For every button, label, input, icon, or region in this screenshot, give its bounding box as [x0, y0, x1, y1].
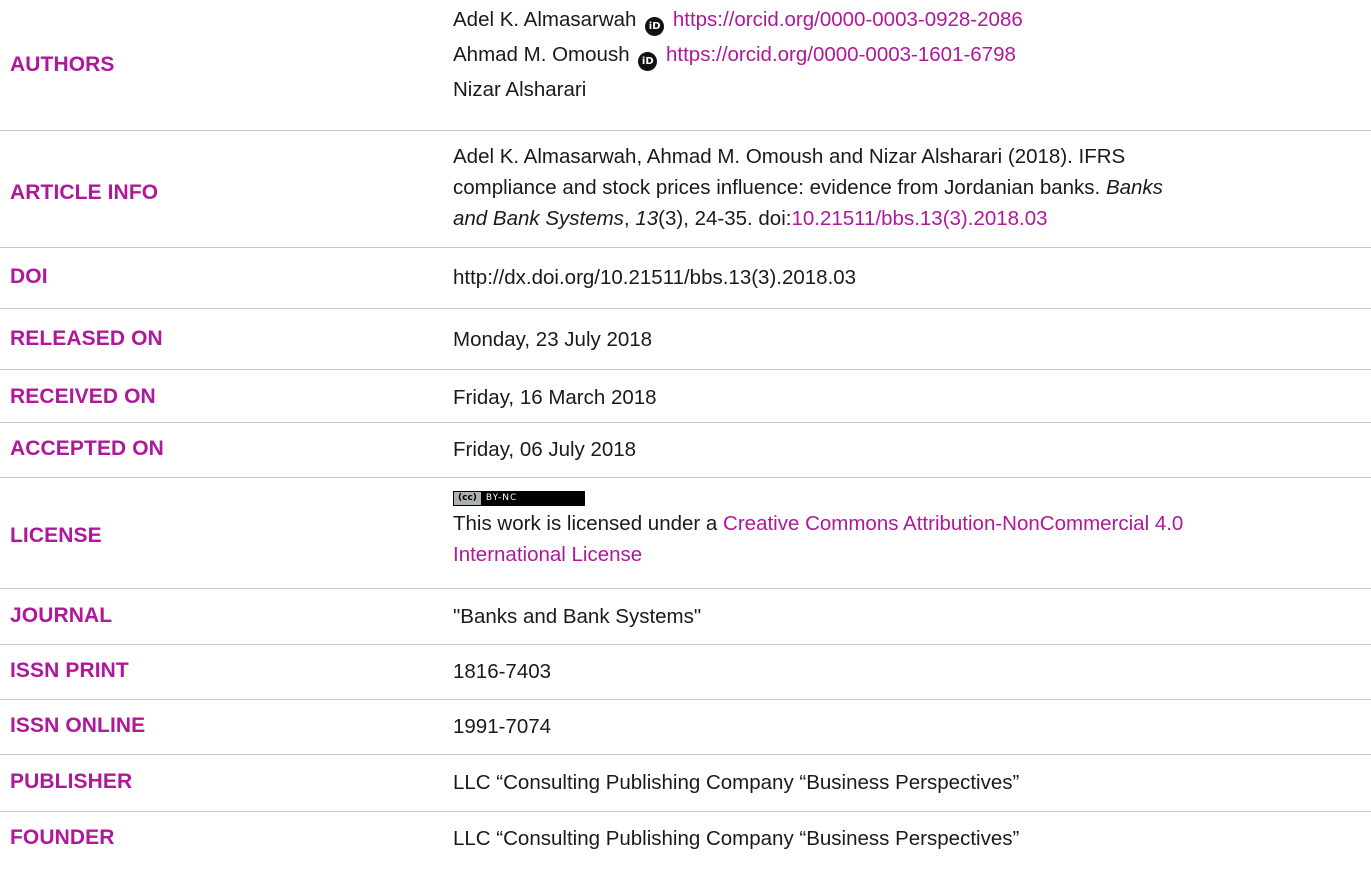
author-row: Nizar Alsharari — [453, 72, 1353, 107]
citation-journal: Banks — [1105, 176, 1163, 199]
row-received-on: RECEIVED ON Friday, 16 March 2018 — [0, 370, 1371, 423]
orcid-link[interactable]: https://orcid.org/0000-0003-1601-6798 — [666, 43, 1016, 66]
citation-pages: (3), 24-35. doi: — [658, 207, 792, 230]
row-journal: JOURNAL "Banks and Bank Systems" — [0, 589, 1371, 645]
citation-line: and Bank Systems, 13(3), 24-35. doi:10.2… — [453, 203, 1353, 234]
cc-by-nc-badge-icon[interactable]: (cc) BY-NC — [453, 491, 585, 506]
author-name: Adel K. Almasarwah — [453, 8, 637, 31]
journal-value: "Banks and Bank Systems" — [453, 605, 702, 628]
row-founder: FOUNDER LLC “Consulting Publishing Compa… — [0, 812, 1371, 870]
journal-label: JOURNAL — [10, 604, 113, 627]
citation-title: compliance and stock prices influence: e… — [453, 176, 1106, 199]
row-authors: AUTHORS Adel K. Almasarwah iD https://or… — [0, 0, 1371, 131]
row-released-on: RELEASED ON Monday, 23 July 2018 — [0, 309, 1371, 370]
doi-value: http://dx.doi.org/10.21511/bbs.13(3).201… — [453, 266, 857, 289]
row-article-info: ARTICLE INFO Adel K. Almasarwah, Ahmad M… — [0, 131, 1371, 248]
author-name: Nizar Alsharari — [453, 78, 587, 101]
license-text: This work is licensed under a — [453, 512, 724, 535]
license-link[interactable]: International License — [453, 543, 642, 566]
authors-list: Adel K. Almasarwah iD https://orcid.org/… — [453, 2, 1353, 107]
license-text-line: International License — [453, 539, 1353, 570]
released-on-label: RELEASED ON — [10, 327, 163, 350]
issn-print-label: ISSN PRINT — [10, 659, 129, 682]
orcid-link[interactable]: https://orcid.org/0000-0003-0928-2086 — [673, 8, 1023, 31]
received-on-label: RECEIVED ON — [10, 385, 156, 408]
row-issn-online: ISSN ONLINE 1991-7074 — [0, 700, 1371, 755]
license-badge-line: (cc) BY-NC — [453, 483, 1353, 506]
doi-label: DOI — [10, 265, 48, 288]
citation-line: Adel K. Almasarwah, Ahmad M. Omoush and … — [453, 145, 1126, 168]
row-doi: DOI http://dx.doi.org/10.21511/bbs.13(3)… — [0, 248, 1371, 309]
authors-label: AUTHORS — [10, 53, 115, 76]
row-license: LICENSE (cc) BY-NC This work is licensed… — [0, 478, 1371, 589]
author-row: Adel K. Almasarwah iD https://orcid.org/… — [453, 2, 1353, 37]
license-content: (cc) BY-NC This work is licensed under a… — [453, 483, 1353, 570]
cc-icon: (cc) — [454, 492, 481, 505]
citation-journal: and Bank Systems — [453, 207, 624, 230]
cc-terms: BY-NC — [485, 493, 518, 503]
orcid-icon[interactable]: iD — [638, 52, 658, 71]
row-accepted-on: ACCEPTED ON Friday, 06 July 2018 — [0, 423, 1371, 478]
license-link[interactable]: Creative Commons Attribution-NonCommerci… — [723, 512, 1183, 535]
issn-online-value: 1991-7074 — [453, 715, 552, 738]
released-on-value: Monday, 23 July 2018 — [453, 328, 653, 351]
accepted-on-value: Friday, 06 July 2018 — [453, 438, 637, 461]
founder-value: LLC “Consulting Publishing Company “Busi… — [453, 827, 1020, 850]
accepted-on-label: ACCEPTED ON — [10, 437, 164, 460]
issn-print-value: 1816-7403 — [453, 660, 552, 683]
article-info-sheet: AUTHORS Adel K. Almasarwah iD https://or… — [0, 0, 1371, 870]
received-on-value: Friday, 16 March 2018 — [453, 386, 657, 409]
author-row: Ahmad M. Omoush iD https://orcid.org/000… — [453, 37, 1353, 72]
orcid-icon[interactable]: iD — [645, 17, 665, 36]
license-text-line: This work is licensed under a Creative C… — [453, 508, 1353, 539]
citation-line: compliance and stock prices influence: e… — [453, 172, 1353, 203]
citation-sep: , — [623, 207, 636, 230]
founder-label: FOUNDER — [10, 826, 115, 849]
article-citation: Adel K. Almasarwah, Ahmad M. Omoush and … — [453, 141, 1353, 234]
publisher-value: LLC “Consulting Publishing Company “Busi… — [453, 771, 1020, 794]
row-issn-print: ISSN PRINT 1816-7403 — [0, 645, 1371, 700]
author-name: Ahmad M. Omoush — [453, 43, 630, 66]
publisher-label: PUBLISHER — [10, 770, 133, 793]
citation-doi-link[interactable]: 10.21511/bbs.13(3).2018.03 — [791, 207, 1047, 230]
row-publisher: PUBLISHER LLC “Consulting Publishing Com… — [0, 755, 1371, 812]
issn-online-label: ISSN ONLINE — [10, 714, 146, 737]
article-info-label: ARTICLE INFO — [10, 181, 159, 204]
citation-volume: 13 — [635, 207, 659, 230]
license-label: LICENSE — [10, 524, 102, 547]
